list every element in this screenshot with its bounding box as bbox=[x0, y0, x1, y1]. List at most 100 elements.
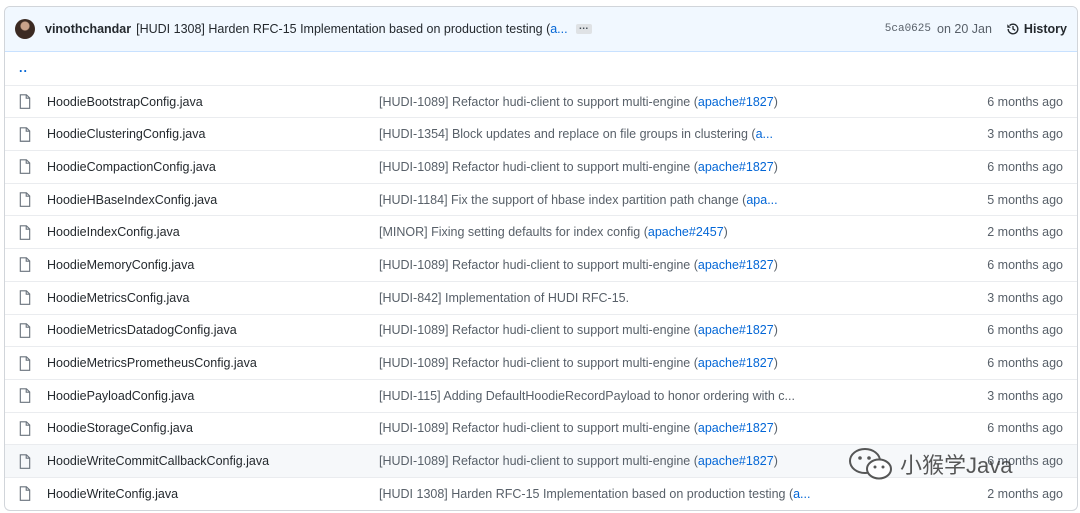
file-row[interactable]: HoodieMetricsConfig.java [HUDI-842] Imple… bbox=[5, 280, 1077, 314]
commit-date: on 20 Jan bbox=[937, 22, 992, 36]
file-commit-message[interactable]: [HUDI-115] Adding DefaultHoodieRecordPay… bbox=[379, 389, 933, 403]
file-commit-message-tail: ) bbox=[773, 159, 778, 174]
file-icon bbox=[19, 453, 35, 469]
pull-request-link[interactable]: a... bbox=[793, 487, 810, 501]
file-row[interactable]: HoodieIndexConfig.java [MINOR] Fixing set… bbox=[5, 215, 1077, 248]
file-icon bbox=[19, 257, 35, 273]
file-icon bbox=[19, 388, 35, 404]
file-icon bbox=[19, 355, 35, 371]
file-commit-message-tail: ) bbox=[773, 454, 778, 469]
pull-request-link[interactable]: apache#1827 bbox=[698, 356, 774, 370]
file-name-link[interactable]: HoodieMemoryConfig.java bbox=[47, 258, 379, 272]
file-row[interactable]: HoodieCompactionConfig.java [HUDI-1089] R… bbox=[5, 150, 1077, 183]
file-icon bbox=[19, 224, 35, 240]
file-commit-message-text: [HUDI-1089] Refactor hudi-client to supp… bbox=[379, 94, 698, 109]
file-commit-age: 6 months ago bbox=[987, 356, 1063, 371]
file-commit-message[interactable]: [HUDI 1308] Harden RFC-15 Implementation… bbox=[379, 487, 933, 501]
file-icon bbox=[19, 421, 35, 436]
commit-sha[interactable]: 5ca0625 bbox=[885, 23, 931, 35]
file-commit-message-tail: ) bbox=[773, 94, 778, 109]
commit-message-link[interactable]: a... bbox=[550, 22, 567, 36]
file-browser: vinothchandar [HUDI 1308] Harden RFC-15 … bbox=[4, 6, 1078, 511]
file-commit-message-text: [HUDI-842] Implementation of HUDI RFC-15… bbox=[379, 290, 630, 305]
file-name-link[interactable]: HoodieHBaseIndexConfig.java bbox=[47, 193, 379, 207]
pull-request-link[interactable]: apache#1827 bbox=[698, 454, 774, 468]
file-row[interactable]: HoodieMetricsDatadogConfig.java [HUDI-108… bbox=[5, 313, 1077, 347]
expand-message-button[interactable]: … bbox=[575, 22, 592, 34]
file-row[interactable]: HoodieMetricsPrometheusConfig.java [HUDI-… bbox=[5, 346, 1077, 379]
file-row[interactable]: HoodieBootstrapConfig.java [HUDI-1089] Re… bbox=[5, 84, 1077, 118]
file-name-link[interactable]: HoodieStorageConfig.java bbox=[47, 421, 379, 435]
file-icon bbox=[19, 126, 35, 142]
file-name-link[interactable]: HoodieCompactionConfig.java bbox=[47, 160, 379, 174]
file-commit-message-text: [HUDI-1089] Refactor hudi-client to supp… bbox=[379, 421, 698, 436]
file-name-link[interactable]: HoodiePayloadConfig.java bbox=[47, 389, 379, 403]
file-row[interactable]: HoodieClusteringConfig.java [HUDI-1354] B… bbox=[5, 117, 1077, 150]
file-commit-age: 6 months ago bbox=[987, 454, 1063, 469]
file-row[interactable]: HoodieStorageConfig.java [HUDI-1089] Refa… bbox=[5, 411, 1077, 445]
history-icon bbox=[1007, 23, 1019, 35]
file-name-link[interactable]: HoodieBootstrapConfig.java bbox=[47, 95, 379, 109]
file-name-link[interactable]: HoodieMetricsPrometheusConfig.java bbox=[47, 356, 379, 370]
pull-request-link[interactable]: apache#1827 bbox=[698, 421, 774, 435]
file-commit-message[interactable]: [HUDI-1089] Refactor hudi-client to supp… bbox=[379, 356, 933, 370]
file-name-link[interactable]: HoodieMetricsConfig.java bbox=[47, 291, 379, 305]
file-commit-message[interactable]: [HUDI-1089] Refactor hudi-client to supp… bbox=[379, 454, 933, 468]
history-label: History bbox=[1023, 22, 1067, 36]
file-commit-message-text: [HUDI-1089] Refactor hudi-client to supp… bbox=[379, 159, 698, 174]
file-commit-message[interactable]: [HUDI-1089] Refactor hudi-client to supp… bbox=[379, 160, 933, 174]
file-commit-message[interactable]: [HUDI-1184] Fix the support of hbase ind… bbox=[379, 193, 933, 207]
latest-commit-bar: vinothchandar [HUDI 1308] Harden RFC-15 … bbox=[5, 7, 1077, 52]
commit-message[interactable]: [HUDI 1308] Harden RFC-15 Implementation… bbox=[136, 22, 567, 36]
file-commit-message-tail: ) bbox=[773, 421, 778, 436]
file-commit-message[interactable]: [HUDI-1089] Refactor hudi-client to supp… bbox=[379, 421, 933, 435]
pull-request-link[interactable]: a... bbox=[756, 127, 773, 141]
file-commit-message[interactable]: [HUDI-1089] Refactor hudi-client to supp… bbox=[379, 323, 933, 337]
file-commit-age: 6 months ago bbox=[987, 323, 1063, 338]
file-commit-message-text: [HUDI-1089] Refactor hudi-client to supp… bbox=[379, 356, 698, 371]
file-row[interactable]: HoodieHBaseIndexConfig.java [HUDI-1184] F… bbox=[5, 182, 1077, 216]
pull-request-link[interactable]: apache#2457 bbox=[648, 225, 724, 239]
pull-request-link[interactable]: apa... bbox=[746, 193, 777, 207]
file-name-link[interactable]: HoodieWriteConfig.java bbox=[47, 487, 379, 501]
file-commit-age: 3 months ago bbox=[987, 290, 1063, 305]
history-link[interactable]: History bbox=[1006, 22, 1067, 36]
author-avatar[interactable] bbox=[15, 19, 35, 39]
file-commit-message-text: [HUDI-1089] Refactor hudi-client to supp… bbox=[379, 257, 698, 272]
file-commit-message-tail: ) bbox=[773, 257, 778, 272]
file-commit-message-text: [HUDI-1089] Refactor hudi-client to supp… bbox=[379, 323, 698, 338]
file-name-link[interactable]: HoodieMetricsDatadogConfig.java bbox=[47, 323, 379, 337]
file-icon bbox=[19, 486, 35, 502]
file-name-link[interactable]: HoodieIndexConfig.java bbox=[47, 225, 379, 239]
file-commit-age: 3 months ago bbox=[987, 127, 1063, 142]
file-row[interactable]: HoodieWriteConfig.java [HUDI 1308] Harden… bbox=[5, 476, 1077, 510]
file-commit-message-text: [HUDI-1354] Block updates and replace on… bbox=[379, 127, 756, 142]
file-commit-message[interactable]: [HUDI-1089] Refactor hudi-client to supp… bbox=[379, 95, 933, 109]
file-commit-message[interactable]: [HUDI-842] Implementation of HUDI RFC-15… bbox=[379, 291, 933, 305]
commit-author[interactable]: vinothchandar bbox=[45, 22, 131, 36]
parent-directory-link[interactable]: .. bbox=[5, 61, 28, 75]
file-commit-message-text: [HUDI-115] Adding DefaultHoodieRecordPay… bbox=[379, 388, 795, 403]
file-row[interactable]: HoodieMemoryConfig.java [HUDI-1089] Refac… bbox=[5, 248, 1077, 281]
pull-request-link[interactable]: apache#1827 bbox=[698, 95, 774, 109]
file-name-link[interactable]: HoodieWriteCommitCallbackConfig.java bbox=[47, 454, 379, 468]
file-commit-message-text: [HUDI-1184] Fix the support of hbase ind… bbox=[379, 192, 747, 207]
file-commit-message-text: [HUDI 1308] Harden RFC-15 Implementation… bbox=[379, 486, 794, 501]
file-icon bbox=[19, 192, 35, 207]
file-icon bbox=[19, 323, 35, 338]
file-row[interactable]: HoodiePayloadConfig.java [HUDI-115] Addin… bbox=[5, 378, 1077, 412]
file-commit-age: 6 months ago bbox=[987, 421, 1063, 436]
file-commit-age: 6 months ago bbox=[987, 94, 1063, 109]
file-commit-age: 3 months ago bbox=[987, 388, 1063, 403]
file-commit-message-text: [MINOR] Fixing setting defaults for inde… bbox=[379, 225, 648, 240]
parent-directory-row[interactable]: .. bbox=[5, 52, 1077, 85]
pull-request-link[interactable]: apache#1827 bbox=[698, 323, 774, 337]
file-commit-message[interactable]: [MINOR] Fixing setting defaults for inde… bbox=[379, 225, 933, 239]
pull-request-link[interactable]: apache#1827 bbox=[698, 258, 774, 272]
pull-request-link[interactable]: apache#1827 bbox=[698, 160, 774, 174]
file-commit-message[interactable]: [HUDI-1354] Block updates and replace on… bbox=[379, 127, 933, 141]
file-commit-message[interactable]: [HUDI-1089] Refactor hudi-client to supp… bbox=[379, 258, 933, 272]
file-commit-age: 2 months ago bbox=[987, 486, 1063, 501]
file-name-link[interactable]: HoodieClusteringConfig.java bbox=[47, 127, 379, 141]
file-row[interactable]: HoodieWriteCommitCallbackConfig.java [HUD… bbox=[5, 444, 1077, 477]
